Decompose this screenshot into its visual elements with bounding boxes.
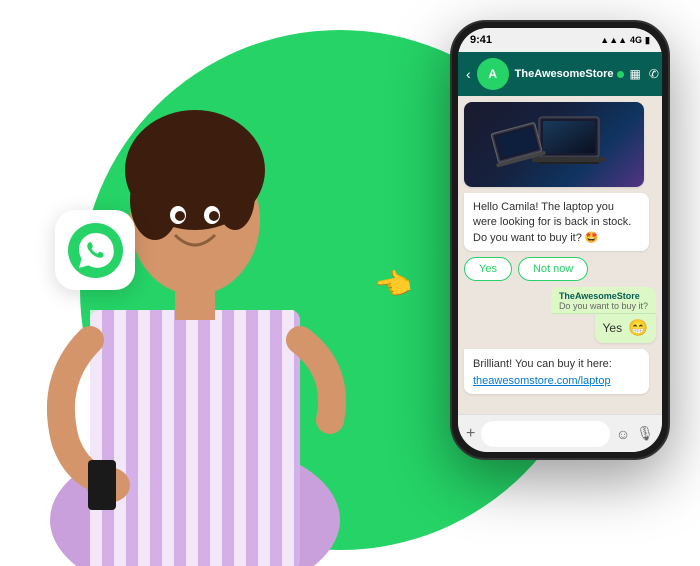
outgoing-message-wrapper: TheAwesomeStore Do you want to buy it? Y… (464, 287, 656, 343)
back-arrow-icon[interactable]: ‹ (466, 66, 471, 82)
chat-bottom-bar: + ☺ 🎙 (458, 414, 662, 452)
status-time: 9:41 (470, 34, 492, 46)
header-icons: ▦ ✆ (630, 67, 659, 81)
signal-icon: ▲▲▲ (600, 35, 627, 45)
message-text-1: Hello Camila! The laptop you were lookin… (473, 201, 631, 244)
voice-icon[interactable]: 🎙 (636, 425, 654, 442)
pointing-emoji: 👈 (372, 265, 415, 306)
outgoing-message-header: TheAwesomeStore Do you want to buy it? (551, 287, 656, 314)
network-label: 4G (630, 35, 642, 45)
contact-info: TheAwesomeStore (515, 68, 624, 80)
call-icon[interactable]: ✆ (649, 67, 659, 81)
sender-name: TheAwesomeStore (559, 291, 640, 301)
laptop-image (464, 102, 644, 187)
contact-name: TheAwesomeStore (515, 68, 624, 80)
incoming-message-1: Hello Camila! The laptop you were lookin… (464, 193, 649, 251)
store-link[interactable]: theawesomstore.com/laptop (473, 375, 611, 387)
quick-replies: Yes Not now (464, 257, 649, 281)
video-call-icon[interactable]: ▦ (630, 67, 641, 81)
outgoing-text: Yes (603, 321, 623, 335)
not-now-button[interactable]: Not now (518, 257, 588, 281)
whatsapp-badge (55, 210, 135, 290)
chat-input[interactable] (481, 421, 610, 447)
battery-icon: ▮ (645, 35, 650, 46)
laptop-image-message (464, 102, 644, 187)
outgoing-message: Yes 😁 (595, 314, 657, 343)
chat-header: ‹ A TheAwesomeStore ▦ ✆ (458, 52, 662, 96)
add-attachment-icon[interactable]: + (466, 425, 475, 443)
brilliant-text: Brilliant! You can buy it here: (473, 358, 612, 370)
chat-content: Hello Camila! The laptop you were lookin… (458, 96, 662, 410)
phone-screen: 9:41 ▲▲▲ 4G ▮ ‹ A TheAwesomeStore (458, 28, 662, 452)
message-sub: Do you want to buy it? (559, 301, 648, 311)
phone-mockup: 9:41 ▲▲▲ 4G ▮ ‹ A TheAwesomeStore (450, 20, 670, 460)
status-icons: ▲▲▲ 4G ▮ (600, 35, 650, 46)
incoming-message-2: Brilliant! You can buy it here: theaweso… (464, 349, 649, 394)
status-bar: 9:41 ▲▲▲ 4G ▮ (458, 28, 662, 52)
whatsapp-icon (68, 223, 123, 278)
online-indicator (617, 71, 624, 78)
emoji-icon[interactable]: ☺ (616, 426, 630, 442)
smiley-emoji: 😁 (628, 318, 648, 338)
yes-button[interactable]: Yes (464, 257, 512, 281)
contact-avatar: A (477, 58, 509, 90)
scene: 👈 9:41 ▲▲▲ 4G ▮ ‹ A TheAwesomeStore (0, 0, 700, 566)
